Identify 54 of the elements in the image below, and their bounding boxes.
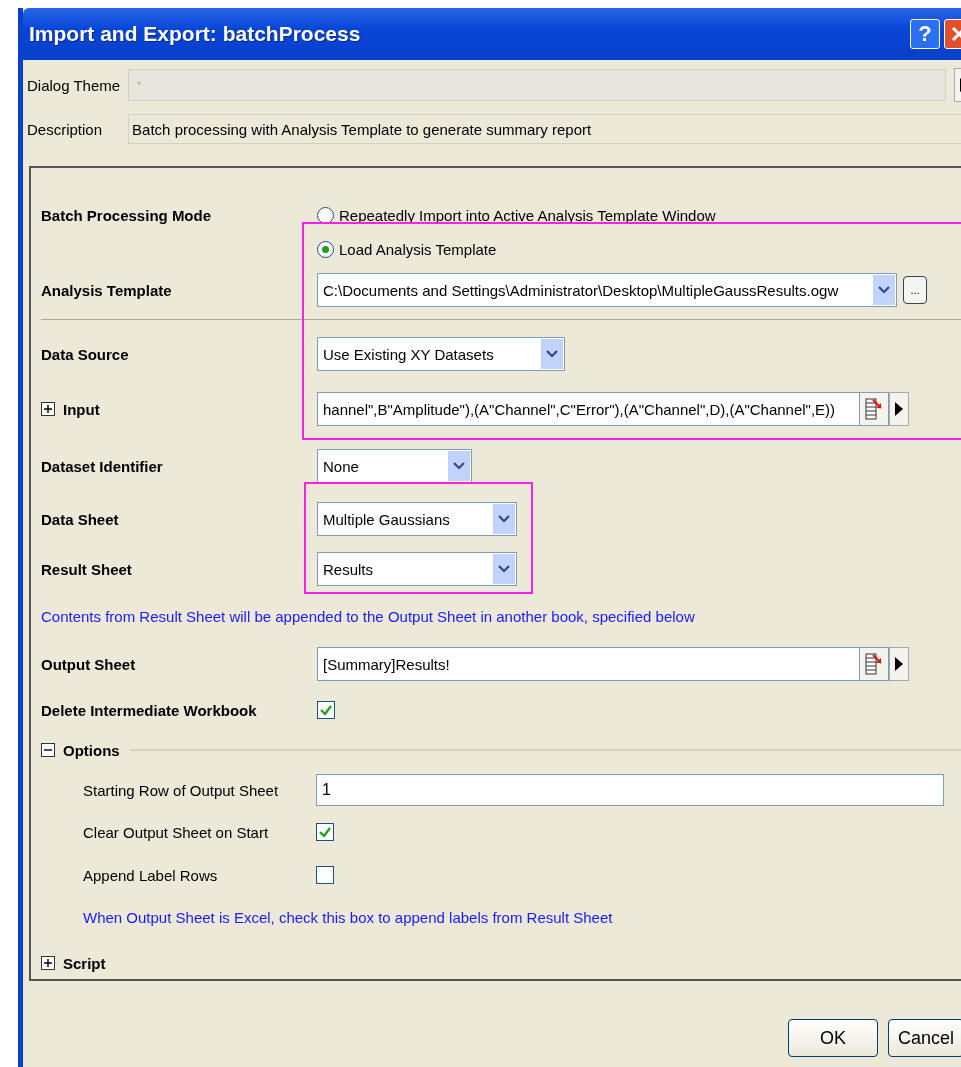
checkbox[interactable]	[316, 866, 334, 884]
dropdown-field[interactable]: Results	[317, 552, 517, 586]
radio-button[interactable]	[317, 240, 334, 258]
field-label: Analysis Template	[41, 281, 173, 299]
dropdown-field[interactable]: C:\Documents and Settings\Administrator\Desktop\MultipleGaussResults.ogw	[317, 273, 897, 307]
checkmark-icon	[319, 826, 331, 838]
radio-option[interactable]: Load Analysis Template	[317, 240, 497, 258]
description-field: Batch processing with Analysis Template to generate summary report	[128, 114, 961, 144]
browse-button[interactable]: ...	[903, 276, 927, 304]
expand-icon[interactable]	[41, 956, 55, 970]
field-label: Input	[63, 400, 100, 418]
cancel-button[interactable]: Cancel	[888, 1019, 961, 1057]
hint-text: Contents from Result Sheet will be appended to the Output Sheet in another book, specified below	[41, 607, 695, 625]
field-label: Data Sheet	[41, 510, 120, 528]
field-label: Clear Output Sheet on Start	[83, 823, 270, 841]
chevron-down-icon	[498, 514, 510, 524]
field-label: Dialog Theme	[27, 76, 121, 94]
field-label: Output Sheet	[41, 655, 137, 673]
dropdown-field[interactable]: Use Existing XY Datasets	[317, 337, 565, 371]
radio-option[interactable]: Repeatedly Import into Active Analysis Template Window	[317, 206, 716, 224]
field-label: Description	[27, 120, 104, 138]
field-label: Dataset Identifier	[41, 457, 164, 475]
menu-arrow-button[interactable]	[889, 647, 909, 681]
help-button[interactable]: ?	[910, 19, 940, 49]
play-arrow-icon	[895, 402, 903, 416]
play-arrow-icon	[895, 657, 903, 671]
section-header[interactable]: Options	[63, 741, 120, 759]
field-label: Append Label Rows	[83, 866, 219, 884]
field-label: Result Sheet	[41, 560, 133, 578]
checkmark-icon	[320, 704, 332, 716]
window-title: Import and Export: batchProcess	[29, 22, 362, 46]
chevron-down-icon	[498, 564, 510, 574]
expand-icon[interactable]	[41, 402, 55, 416]
chevron-down-icon	[878, 285, 890, 295]
checkbox[interactable]	[317, 701, 335, 719]
field-label: Data Source	[41, 345, 130, 363]
input-field[interactable]: hannel",B"Amplitude"),(A"Channel",C"Error"),(A"Channel",D),(A"Channel",E))	[317, 392, 889, 426]
menu-arrow-button[interactable]	[889, 392, 909, 426]
dropdown-field[interactable]: None	[317, 449, 472, 483]
input-field[interactable]: [Summary]Results!	[317, 647, 889, 681]
section-header[interactable]: Script	[63, 954, 106, 972]
chevron-down-icon	[453, 461, 465, 471]
sheet-picker-icon	[865, 653, 883, 675]
field-label: Delete Intermediate Workbook	[41, 701, 258, 719]
ok-button[interactable]: OK	[788, 1019, 878, 1057]
chevron-down-icon	[546, 349, 558, 359]
hint-text: When Output Sheet is Excel, check this box to append labels from Result Sheet	[83, 908, 613, 926]
field-label: Starting Row of Output Sheet	[83, 781, 280, 799]
input-field[interactable]: 1	[316, 774, 944, 806]
checkbox[interactable]	[316, 823, 334, 841]
sheet-picker-icon	[865, 398, 883, 420]
collapse-icon[interactable]	[41, 743, 55, 757]
dropdown-field[interactable]: Multiple Gaussians	[317, 502, 517, 536]
field-label: Batch Processing Mode	[41, 206, 213, 224]
